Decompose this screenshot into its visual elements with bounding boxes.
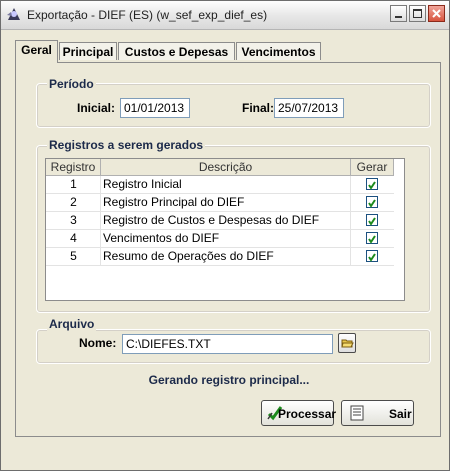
registros-group-label: Registros a serem gerados (47, 138, 206, 152)
registros-table: Registro Descrição Gerar 1 Registro Inic… (45, 158, 405, 301)
table-row[interactable]: 2 Registro Principal do DIEF (46, 194, 394, 212)
final-date-field[interactable]: 25/07/2013 (274, 98, 344, 118)
periodo-group-label: Período (47, 77, 96, 91)
tab-label: Vencimentos (241, 45, 316, 59)
descricao-cell: Resumo de Operações do DIEF (103, 249, 274, 263)
table-row[interactable]: 3 Registro de Custos e Despesas do DIEF (46, 212, 394, 230)
table-row[interactable]: 1 Registro Inicial (46, 176, 394, 194)
column-header-registro[interactable]: Registro (46, 159, 101, 176)
title-bar: Exportação - DIEF (ES) (w_sef_exp_dief_e… (1, 1, 449, 30)
column-header-descricao[interactable]: Descrição (101, 159, 351, 176)
gerar-checkbox[interactable] (366, 178, 378, 190)
app-icon (7, 8, 20, 20)
descricao-cell: Vencimentos do DIEF (103, 231, 220, 245)
table-row[interactable]: 4 Vencimentos do DIEF (46, 230, 394, 248)
registro-cell: 4 (70, 231, 77, 245)
registro-cell: 2 (70, 195, 77, 209)
tab-vencimentos[interactable]: Vencimentos (236, 42, 321, 60)
status-message: Gerando registro principal... (148, 373, 310, 387)
maximize-button[interactable] (409, 5, 426, 22)
gerar-checkbox[interactable] (366, 250, 378, 262)
processar-label: Processar (278, 407, 337, 421)
tab-label: Principal (62, 45, 114, 59)
checkmark-icon (368, 253, 376, 262)
export-window: Exportação - DIEF (ES) (w_sef_exp_dief_e… (0, 0, 450, 471)
gerar-checkbox[interactable] (366, 232, 378, 244)
processar-button[interactable]: Processar (261, 400, 337, 426)
descricao-cell: Registro Principal do DIEF (103, 195, 245, 209)
maximize-icon (413, 9, 422, 18)
sair-label: Sair (389, 407, 412, 421)
tab-principal[interactable]: Principal (59, 42, 117, 60)
arquivo-group-label: Arquivo (47, 317, 97, 331)
tab-custos-e-depesas[interactable]: Custos e Depesas (118, 42, 235, 60)
gerar-checkbox[interactable] (366, 214, 378, 226)
descricao-cell: Registro de Custos e Despesas do DIEF (103, 213, 320, 227)
gerar-checkbox[interactable] (366, 196, 378, 208)
browse-file-button[interactable] (338, 333, 356, 353)
minimize-button[interactable] (390, 5, 407, 22)
column-header-gerar[interactable]: Gerar (351, 159, 394, 176)
checkmark-icon (368, 217, 376, 226)
tab-label: Geral (21, 43, 52, 57)
registro-cell: 5 (70, 249, 77, 263)
close-button[interactable] (428, 5, 445, 22)
exit-icon (350, 405, 364, 421)
inicial-label: Inicial: (77, 101, 116, 115)
descricao-cell: Registro Inicial (103, 177, 182, 191)
close-icon (432, 9, 441, 18)
registro-cell: 1 (70, 177, 77, 191)
checkmark-icon (368, 199, 376, 208)
checkmark-icon (368, 235, 376, 244)
folder-icon (341, 339, 354, 348)
sair-button[interactable]: Sair (341, 400, 414, 426)
nome-file-field[interactable]: C:\DIEFES.TXT (122, 334, 333, 354)
checkmark-icon (368, 181, 376, 190)
nome-label: Nome: (79, 336, 117, 350)
tab-label: Custos e Depesas (124, 45, 229, 59)
window-title: Exportação - DIEF (ES) (w_sef_exp_dief_e… (27, 8, 268, 22)
tab-panel-geral: Período Inicial: 01/01/2013 Final: 25/07… (15, 62, 441, 437)
tab-geral[interactable]: Geral (15, 40, 58, 63)
minimize-icon (395, 16, 402, 18)
table-row[interactable]: 5 Resumo de Operações do DIEF (46, 248, 394, 266)
final-label: Final: (242, 101, 274, 115)
registro-cell: 3 (70, 213, 77, 227)
inicial-date-field[interactable]: 01/01/2013 (120, 98, 190, 118)
